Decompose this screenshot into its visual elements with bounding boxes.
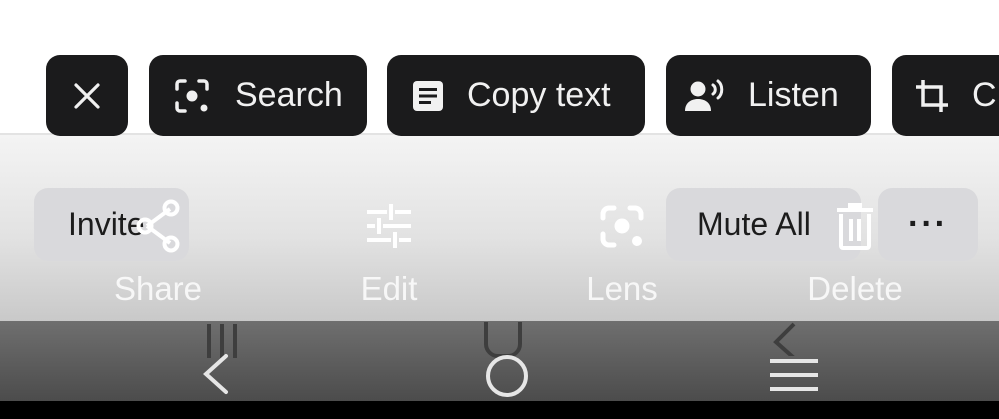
lens-label: Lens xyxy=(586,270,658,307)
crop-chip[interactable]: C xyxy=(892,55,999,136)
close-button[interactable] xyxy=(46,55,128,136)
copy-text-chip[interactable]: Copy text xyxy=(387,55,645,136)
search-chip[interactable]: Search xyxy=(149,55,367,136)
back-button[interactable] xyxy=(198,352,234,401)
trash-icon xyxy=(835,196,875,256)
crop-icon xyxy=(914,78,950,114)
listen-chip-label: Listen xyxy=(748,76,839,114)
search-chip-label: Search xyxy=(235,76,343,114)
share-label: Share xyxy=(113,270,203,307)
lens-icon xyxy=(598,196,646,256)
edit-action[interactable]: Edit xyxy=(319,196,459,311)
delete-action[interactable]: Delete xyxy=(785,196,925,311)
listen-chip[interactable]: Listen xyxy=(666,55,871,136)
lens-search-icon xyxy=(173,77,211,115)
delete-label: Delete xyxy=(807,270,903,307)
speaking-person-icon xyxy=(684,78,728,114)
share-icon xyxy=(132,196,184,256)
copy-text-chip-label: Copy text xyxy=(467,76,611,114)
crop-chip-label: C xyxy=(972,76,997,114)
edit-label: Edit xyxy=(360,270,418,307)
sliders-icon xyxy=(365,196,413,256)
close-icon xyxy=(73,82,101,110)
share-action[interactable]: Share xyxy=(88,196,228,311)
lens-action[interactable]: Lens xyxy=(552,196,692,311)
home-button[interactable] xyxy=(483,352,531,405)
document-text-icon xyxy=(411,79,445,113)
recent-apps-button[interactable] xyxy=(768,355,820,400)
